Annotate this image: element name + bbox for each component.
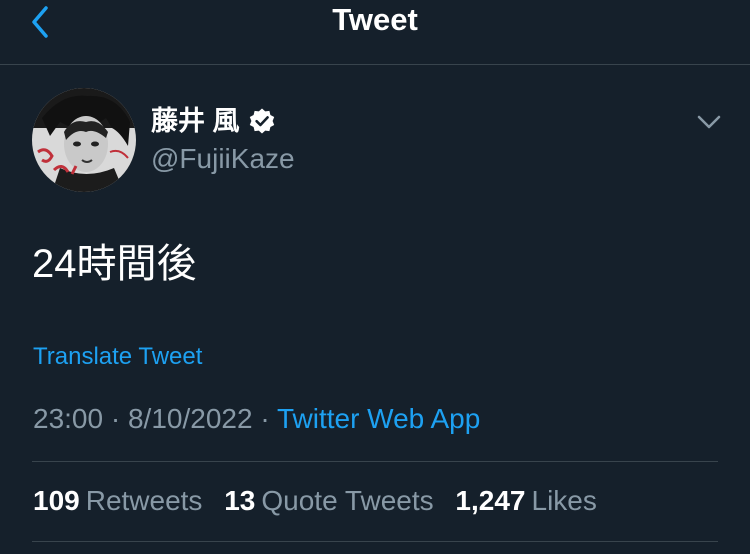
tweet-date: 8/10/2022 [127,403,253,434]
author-name-row[interactable]: 藤井 風 [151,104,276,138]
retweets-label: Retweets [85,485,203,516]
more-options-button[interactable] [694,110,724,134]
page-title: Tweet [332,2,418,37]
top-bar: Tweet [0,0,750,65]
tweet-metadata: 23:00 · 8/10/2022 · Twitter Web App [33,402,480,436]
quote-tweets-count: 13 [224,485,256,516]
tweet-detail-screen: Tweet 藤井 風 @FujiiKaze 24時間後 Translate Tw… [0,0,750,554]
display-name: 藤井 風 [151,106,240,136]
likes-count: 1,247 [455,485,526,516]
quote-tweets-label: Quote Tweets [261,485,434,516]
meta-separator: · [110,403,121,434]
verified-badge-icon [248,107,276,135]
likes-stat[interactable]: 1,247 Likes [455,485,596,516]
retweets-count: 109 [33,485,80,516]
retweets-stat[interactable]: 109 Retweets [33,485,202,516]
meta-separator: · [260,403,270,434]
translate-tweet-link[interactable]: Translate Tweet [33,342,202,372]
tweet-text: 24時間後 [32,242,197,286]
author-handle[interactable]: @FujiiKaze [151,142,295,176]
avatar[interactable] [32,88,136,192]
likes-label: Likes [531,485,597,516]
tweet-time: 23:00 [33,403,104,434]
tweet-source-link[interactable]: Twitter Web App [277,403,480,434]
chevron-down-icon [697,115,721,129]
divider [32,461,718,462]
divider [32,541,718,542]
quote-tweets-stat[interactable]: 13 Quote Tweets [224,485,433,516]
avatar-image [32,88,136,192]
engagement-stats: 109 Retweets 13 Quote Tweets 1,247 Likes [33,484,611,518]
